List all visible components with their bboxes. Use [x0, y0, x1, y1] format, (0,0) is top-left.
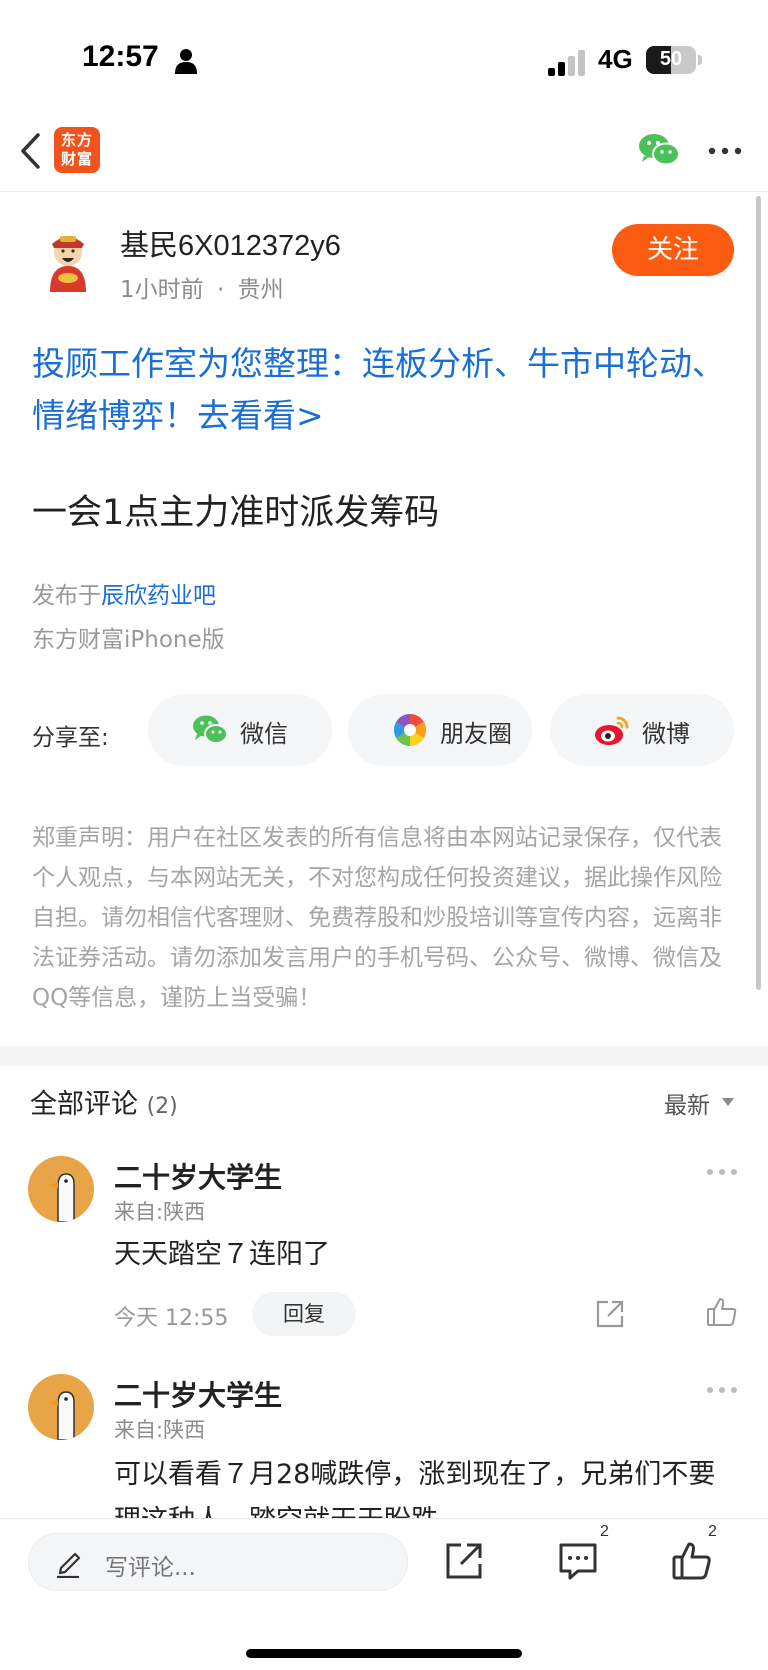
commenter-location: 来自:陕西 [114, 1200, 206, 1224]
weibo-icon [595, 716, 629, 745]
device-source: 东方财富iPhone版 [32, 627, 225, 653]
comments-count: (2) [146, 1094, 178, 1119]
app-logo: 东方 财富 [54, 127, 100, 173]
comment-placeholder: 写评论... [105, 1555, 196, 1581]
reply-button[interactable]: 回复 [252, 1292, 356, 1336]
moments-icon [393, 713, 427, 747]
meta-separator: · [216, 277, 225, 303]
pencil-icon [57, 1552, 81, 1578]
comment-icon[interactable] [558, 1541, 598, 1581]
goose-icon [48, 1391, 75, 1440]
thumbs-up-icon[interactable] [706, 1296, 738, 1328]
battery-icon: 50 [646, 46, 702, 74]
bottom-bar: 写评论... 2 2 [0, 1518, 768, 1670]
scroll-indicator[interactable] [756, 196, 761, 990]
comment-input[interactable]: 写评论... [28, 1533, 408, 1591]
more-icon[interactable] [706, 1386, 738, 1394]
post-location: 贵州 [237, 277, 284, 303]
follow-button[interactable]: 关注 [612, 224, 734, 276]
post-meta: 1小时前 · 贵州 [120, 270, 284, 304]
comments-heading: 全部评论 (2) [30, 1082, 178, 1121]
comment-count-badge: 2 [600, 1523, 609, 1540]
person-icon [175, 49, 197, 74]
more-icon[interactable] [708, 146, 742, 156]
comments-title: 全部评论 [30, 1089, 138, 1120]
posted-in: 发布于辰欣药业吧 [32, 576, 216, 610]
nav-bar: 东方 财富 [0, 110, 768, 192]
network-type: 4G [598, 44, 633, 74]
share-wechat-button[interactable]: 微信 [148, 694, 332, 766]
commenter-avatar[interactable] [28, 1374, 94, 1440]
signal-icon [548, 50, 585, 76]
back-arrow-icon[interactable] [18, 132, 44, 170]
like-count-badge: 2 [708, 1523, 717, 1540]
author-name[interactable]: 基民6X012372y6 [120, 222, 341, 264]
commenter-name[interactable]: 二十岁大学生 [114, 1374, 282, 1414]
share-moments-button[interactable]: 朋友圈 [348, 694, 532, 766]
post-content: 一会1点主力准时派发筹码 [32, 493, 440, 533]
share-weibo-button[interactable]: 微博 [550, 694, 734, 766]
commenter-avatar[interactable] [28, 1156, 94, 1222]
share-label: 分享至: [32, 725, 109, 751]
commenter-location: 来自:陕西 [114, 1418, 206, 1442]
share-icon[interactable] [444, 1541, 484, 1581]
commenter-name[interactable]: 二十岁大学生 [114, 1156, 282, 1196]
home-indicator[interactable] [246, 1649, 522, 1658]
post-time: 1小时前 [120, 277, 204, 303]
chevron-down-icon[interactable] [722, 1098, 734, 1106]
comment-time: 今天 12:55 [114, 1306, 229, 1331]
section-divider [0, 1046, 768, 1066]
disclaimer-text: 郑重声明：用户在社区发表的所有信息将由本网站记录保存，仅代表个人观点，与本网站无… [32, 825, 722, 1011]
posted-in-prefix: 发布于 [32, 583, 101, 609]
share-weibo-label: 微博 [642, 720, 690, 748]
more-icon[interactable] [706, 1168, 738, 1176]
sort-select[interactable]: 最新 [664, 1086, 710, 1120]
wechat-icon [193, 715, 228, 744]
goose-icon [48, 1173, 75, 1222]
wechat-share-icon[interactable] [638, 132, 680, 168]
battery-percent: 50 [659, 48, 683, 70]
forum-link[interactable]: 辰欣药业吧 [101, 583, 216, 609]
promo-link[interactable]: 投顾工作室为您整理：连板分析、牛市中轮动、情绪博弈！去看看> [32, 338, 742, 442]
share-icon[interactable] [594, 1298, 626, 1330]
status-bar: 12:57 4G 50 [0, 0, 768, 110]
share-moments-label: 朋友圈 [440, 720, 512, 748]
share-wechat-label: 微信 [240, 720, 288, 748]
comment-text: 天天踏空７连阳了 [114, 1239, 330, 1270]
thumbs-up-icon[interactable] [672, 1541, 712, 1581]
author-avatar[interactable] [36, 230, 100, 294]
status-time: 12:57 [82, 40, 159, 73]
